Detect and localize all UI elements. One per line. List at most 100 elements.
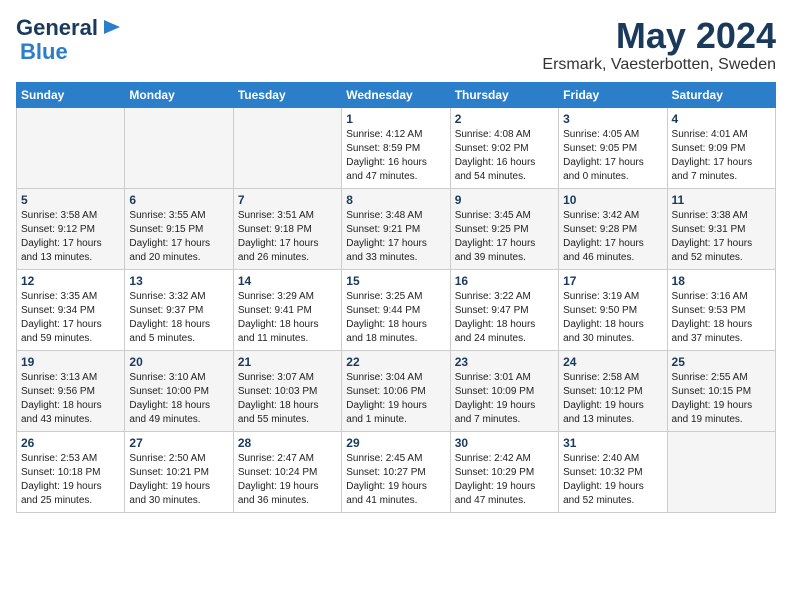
calendar-cell: 4 Sunrise: 4:01 AM Sunset: 9:09 PM Daylig…: [667, 107, 775, 188]
page-title: May 2024: [542, 16, 776, 56]
day-info: Sunrise: 3:25 AM Sunset: 9:44 PM Dayligh…: [346, 290, 445, 346]
day-info: Sunrise: 2:40 AM Sunset: 10:32 PM Daylig…: [563, 452, 662, 508]
calendar-cell: 31 Sunrise: 2:40 AM Sunset: 10:32 PM Dayl…: [559, 431, 667, 512]
day-number: 14: [238, 274, 337, 288]
calendar-cell: 26 Sunrise: 2:53 AM Sunset: 10:18 PM Dayl…: [17, 431, 125, 512]
day-info: Sunrise: 4:08 AM Sunset: 9:02 PM Dayligh…: [455, 128, 554, 184]
day-info: Sunrise: 3:10 AM Sunset: 10:00 PM Daylig…: [129, 371, 228, 427]
day-number: 4: [672, 112, 771, 126]
day-number: 19: [21, 355, 120, 369]
calendar-cell: 6Sunrise: 3:55 AM Sunset: 9:15 PM Daylig…: [125, 188, 233, 269]
calendar-cell: 9Sunrise: 3:45 AM Sunset: 9:25 PM Daylig…: [450, 188, 558, 269]
day-info: Sunrise: 3:42 AM Sunset: 9:28 PM Dayligh…: [563, 209, 662, 265]
calendar-cell: 8Sunrise: 3:48 AM Sunset: 9:21 PM Daylig…: [342, 188, 450, 269]
day-number: 22: [346, 355, 445, 369]
calendar-cell: [233, 107, 341, 188]
calendar-cell: 7Sunrise: 3:51 AM Sunset: 9:18 PM Daylig…: [233, 188, 341, 269]
day-info: Sunrise: 3:19 AM Sunset: 9:50 PM Dayligh…: [563, 290, 662, 346]
weekday-header: Friday: [559, 82, 667, 107]
weekday-header: Tuesday: [233, 82, 341, 107]
day-number: 28: [238, 436, 337, 450]
day-info: Sunrise: 3:58 AM Sunset: 9:12 PM Dayligh…: [21, 209, 120, 265]
day-info: Sunrise: 2:45 AM Sunset: 10:27 PM Daylig…: [346, 452, 445, 508]
day-info: Sunrise: 3:07 AM Sunset: 10:03 PM Daylig…: [238, 371, 337, 427]
logo-blue: Blue: [20, 40, 68, 64]
day-info: Sunrise: 2:58 AM Sunset: 10:12 PM Daylig…: [563, 371, 662, 427]
calendar-cell: 5 Sunrise: 3:58 AM Sunset: 9:12 PM Daylig…: [17, 188, 125, 269]
calendar-cell: 3 Sunrise: 4:05 AM Sunset: 9:05 PM Daylig…: [559, 107, 667, 188]
day-number: 29: [346, 436, 445, 450]
calendar-cell: 20Sunrise: 3:10 AM Sunset: 10:00 PM Dayl…: [125, 350, 233, 431]
logo-text: General: [16, 16, 98, 40]
weekday-header: Thursday: [450, 82, 558, 107]
calendar-cell: 11Sunrise: 3:38 AM Sunset: 9:31 PM Dayli…: [667, 188, 775, 269]
calendar-cell: [125, 107, 233, 188]
weekday-header: Saturday: [667, 82, 775, 107]
calendar-cell: 24 Sunrise: 2:58 AM Sunset: 10:12 PM Dayl…: [559, 350, 667, 431]
calendar-cell: 15 Sunrise: 3:25 AM Sunset: 9:44 PM Dayli…: [342, 269, 450, 350]
calendar-cell: [667, 431, 775, 512]
day-number: 30: [455, 436, 554, 450]
day-number: 21: [238, 355, 337, 369]
day-info: Sunrise: 4:05 AM Sunset: 9:05 PM Dayligh…: [563, 128, 662, 184]
day-number: 6: [129, 193, 228, 207]
calendar-week-row: 1Sunrise: 4:12 AM Sunset: 8:59 PM Daylig…: [17, 107, 776, 188]
calendar-cell: 27 Sunrise: 2:50 AM Sunset: 10:21 PM Dayl…: [125, 431, 233, 512]
day-info: Sunrise: 3:13 AM Sunset: 9:56 PM Dayligh…: [21, 371, 120, 427]
weekday-header: Wednesday: [342, 82, 450, 107]
calendar-cell: 10Sunrise: 3:42 AM Sunset: 9:28 PM Dayli…: [559, 188, 667, 269]
logo: General Blue: [16, 16, 122, 64]
page-subtitle: Ersmark, Vaesterbotten, Sweden: [542, 56, 776, 74]
calendar-cell: 30 Sunrise: 2:42 AM Sunset: 10:29 PM Dayl…: [450, 431, 558, 512]
day-number: 23: [455, 355, 554, 369]
day-info: Sunrise: 3:22 AM Sunset: 9:47 PM Dayligh…: [455, 290, 554, 346]
day-number: 3: [563, 112, 662, 126]
calendar-cell: 1Sunrise: 4:12 AM Sunset: 8:59 PM Daylig…: [342, 107, 450, 188]
day-number: 24: [563, 355, 662, 369]
day-info: Sunrise: 3:16 AM Sunset: 9:53 PM Dayligh…: [672, 290, 771, 346]
day-number: 12: [21, 274, 120, 288]
calendar-cell: 13 Sunrise: 3:32 AM Sunset: 9:37 PM Dayli…: [125, 269, 233, 350]
day-info: Sunrise: 3:35 AM Sunset: 9:34 PM Dayligh…: [21, 290, 120, 346]
day-number: 17: [563, 274, 662, 288]
title-block: May 2024 Ersmark, Vaesterbotten, Sweden: [542, 16, 776, 74]
calendar-week-row: 12 Sunrise: 3:35 AM Sunset: 9:34 PM Dayli…: [17, 269, 776, 350]
logo-icon: [100, 16, 122, 38]
calendar-cell: 22 Sunrise: 3:04 AM Sunset: 10:06 PM Dayl…: [342, 350, 450, 431]
weekday-header: Monday: [125, 82, 233, 107]
day-number: 16: [455, 274, 554, 288]
day-info: Sunrise: 3:45 AM Sunset: 9:25 PM Dayligh…: [455, 209, 554, 265]
calendar-cell: 21 Sunrise: 3:07 AM Sunset: 10:03 PM Dayl…: [233, 350, 341, 431]
calendar-cell: 12 Sunrise: 3:35 AM Sunset: 9:34 PM Dayli…: [17, 269, 125, 350]
page-header: General Blue May 2024 Ersmark, Vaesterbo…: [16, 16, 776, 74]
day-number: 26: [21, 436, 120, 450]
weekday-header: Sunday: [17, 82, 125, 107]
calendar-cell: 25Sunrise: 2:55 AM Sunset: 10:15 PM Dayl…: [667, 350, 775, 431]
calendar-cell: 18 Sunrise: 3:16 AM Sunset: 9:53 PM Dayli…: [667, 269, 775, 350]
day-info: Sunrise: 4:01 AM Sunset: 9:09 PM Dayligh…: [672, 128, 771, 184]
day-info: Sunrise: 3:04 AM Sunset: 10:06 PM Daylig…: [346, 371, 445, 427]
day-number: 27: [129, 436, 228, 450]
day-number: 13: [129, 274, 228, 288]
day-info: Sunrise: 2:47 AM Sunset: 10:24 PM Daylig…: [238, 452, 337, 508]
day-number: 11: [672, 193, 771, 207]
day-info: Sunrise: 3:29 AM Sunset: 9:41 PM Dayligh…: [238, 290, 337, 346]
day-info: Sunrise: 2:50 AM Sunset: 10:21 PM Daylig…: [129, 452, 228, 508]
weekday-header-row: SundayMondayTuesdayWednesdayThursdayFrid…: [17, 82, 776, 107]
calendar-cell: 19 Sunrise: 3:13 AM Sunset: 9:56 PM Dayli…: [17, 350, 125, 431]
day-info: Sunrise: 2:53 AM Sunset: 10:18 PM Daylig…: [21, 452, 120, 508]
calendar-cell: 17 Sunrise: 3:19 AM Sunset: 9:50 PM Dayli…: [559, 269, 667, 350]
day-info: Sunrise: 3:32 AM Sunset: 9:37 PM Dayligh…: [129, 290, 228, 346]
day-number: 31: [563, 436, 662, 450]
day-number: 15: [346, 274, 445, 288]
calendar-cell: [17, 107, 125, 188]
calendar-week-row: 5 Sunrise: 3:58 AM Sunset: 9:12 PM Daylig…: [17, 188, 776, 269]
day-number: 5: [21, 193, 120, 207]
day-number: 18: [672, 274, 771, 288]
day-info: Sunrise: 2:42 AM Sunset: 10:29 PM Daylig…: [455, 452, 554, 508]
day-info: Sunrise: 4:12 AM Sunset: 8:59 PM Dayligh…: [346, 128, 445, 184]
day-number: 25: [672, 355, 771, 369]
calendar-cell: 28 Sunrise: 2:47 AM Sunset: 10:24 PM Dayl…: [233, 431, 341, 512]
day-info: Sunrise: 3:01 AM Sunset: 10:09 PM Daylig…: [455, 371, 554, 427]
day-number: 2: [455, 112, 554, 126]
